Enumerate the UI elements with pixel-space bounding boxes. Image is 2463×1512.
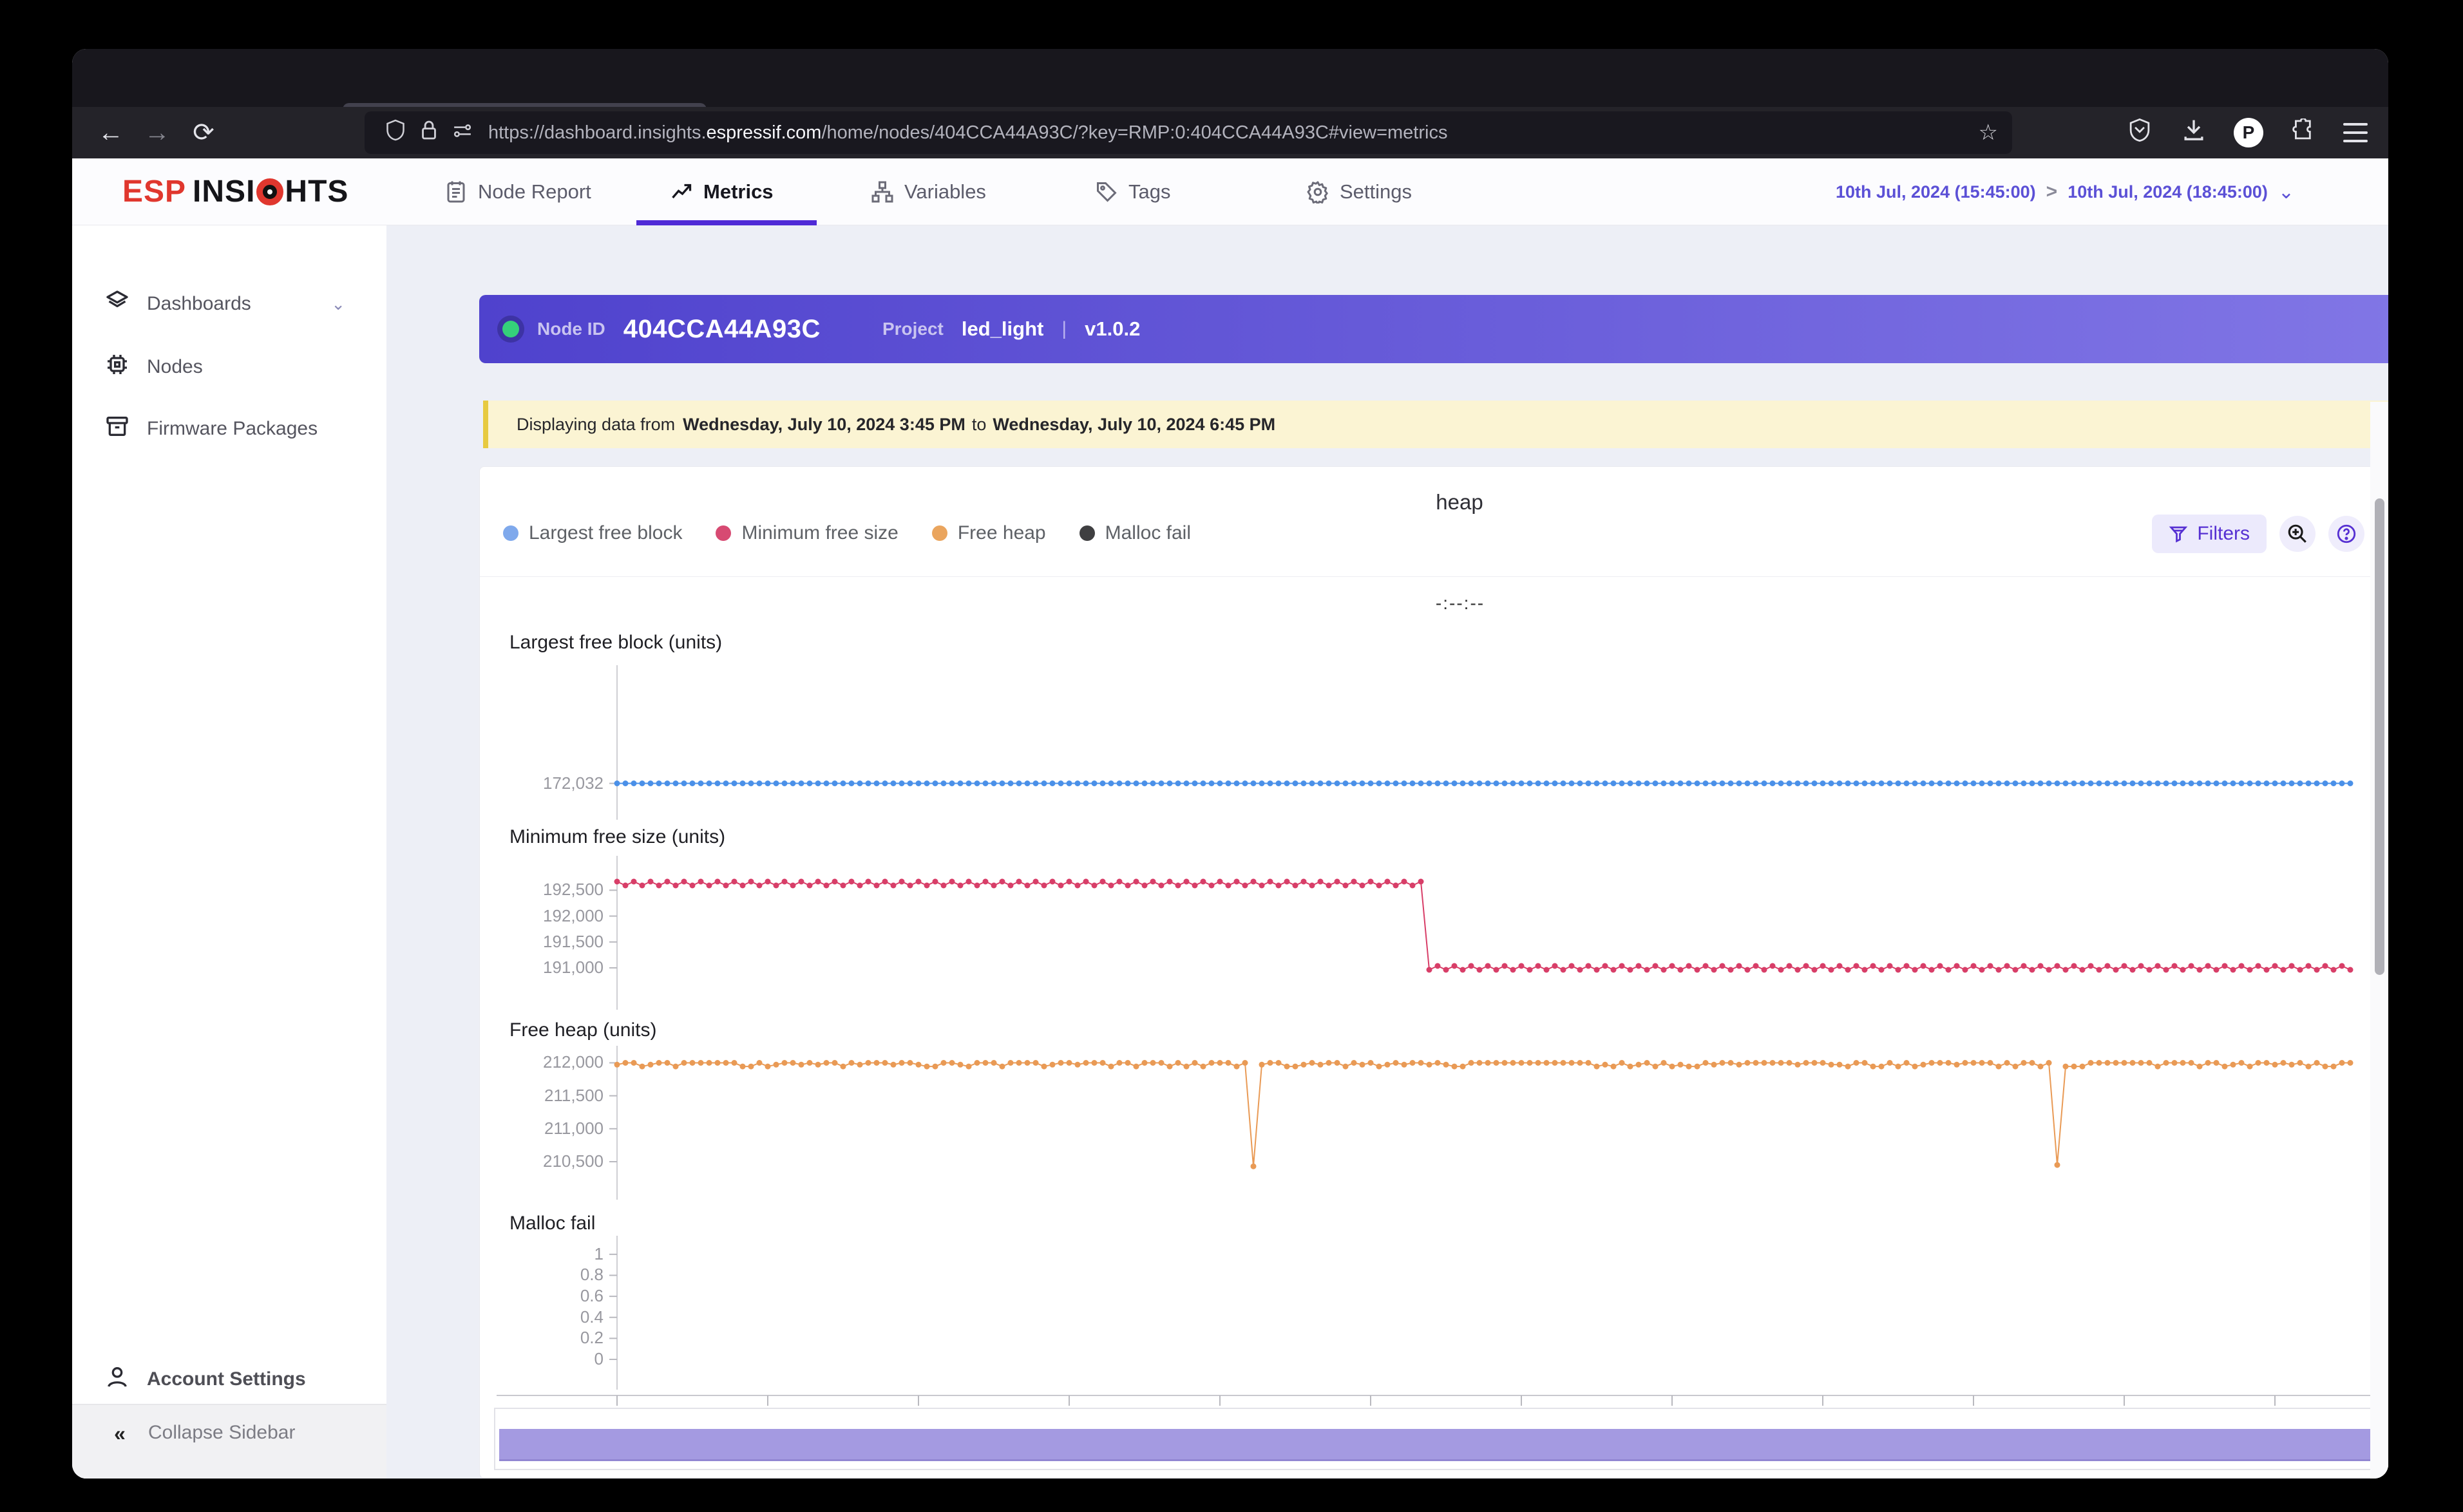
tag-icon <box>1097 182 1117 202</box>
y-tick-label: 0.8 <box>580 1265 604 1285</box>
firmware-version: v1.0.2 <box>1085 317 1141 340</box>
person-icon <box>103 1364 131 1395</box>
metrics-icon <box>672 184 692 199</box>
forward-button[interactable]: → <box>134 118 180 147</box>
chevron-down-icon: ⌄ <box>331 294 345 314</box>
url-bar[interactable]: https://dashboard.insights.espressif.com… <box>365 111 2012 154</box>
permissions-icon[interactable] <box>446 122 479 144</box>
report-icon <box>447 181 465 203</box>
y-tick-label: 172,032 <box>543 773 604 793</box>
metrics-card: heap Largest free block Minimum free siz… <box>479 466 2388 1479</box>
y-tick-label: 191,000 <box>543 957 604 977</box>
y-tick-label: 211,500 <box>544 1085 604 1105</box>
y-tick-label: 0.4 <box>580 1307 604 1327</box>
page-scrollbar-track[interactable] <box>2370 402 2388 1479</box>
date-range-info-banner: Displaying data from Wednesday, July 10,… <box>483 401 2388 448</box>
logo-target-icon <box>256 178 284 205</box>
tracking-protection-shield-icon[interactable] <box>379 119 412 146</box>
layers-icon <box>103 288 131 319</box>
esp-insights-logo[interactable]: ESP INSI HTS <box>122 174 348 209</box>
y-tick-label: 211,000 <box>544 1118 604 1138</box>
profile-avatar[interactable]: P <box>2234 118 2263 147</box>
url-text: https://dashboard.insights.espressif.com… <box>488 122 1448 143</box>
pocket-shield-icon[interactable] <box>2125 118 2154 147</box>
y-tick-label: 212,000 <box>543 1052 604 1072</box>
tab-node-report[interactable]: Node Report <box>444 158 591 225</box>
sidebar-item-dashboards[interactable]: Dashboards ⌄ <box>72 281 386 327</box>
browser-tab-bar: ESP Insights Dashboard ✕ + ⌄ <box>72 49 2388 151</box>
sidebar-item-account-settings[interactable]: Account Settings <box>72 1356 386 1403</box>
date-range-picker[interactable]: 10th Jul, 2024 (15:45:00) > 10th Jul, 20… <box>1836 158 2294 225</box>
time-brush-track[interactable] <box>494 1408 2388 1470</box>
y-tick-label: 192,000 <box>543 905 604 925</box>
variables-icon <box>871 181 893 203</box>
tab-metrics[interactable]: Metrics <box>670 158 774 225</box>
collapse-sidebar-button[interactable]: « Collapse Sidebar <box>72 1405 386 1479</box>
collapse-chevrons-icon: « <box>114 1422 126 1445</box>
back-button[interactable]: ← <box>88 118 134 147</box>
desktop: ESP Insights Dashboard ✕ + ⌄ ← → ⟳ ht <box>0 0 2463 1512</box>
browser-window: ESP Insights Dashboard ✕ + ⌄ ← → ⟳ ht <box>72 49 2388 1479</box>
node-id-label: Node ID <box>537 319 605 339</box>
date-from: 10th Jul, 2024 (15:45:00) <box>1835 182 2036 202</box>
tab-tags[interactable]: Tags <box>1095 158 1170 225</box>
y-tick-label: 192,500 <box>543 880 604 900</box>
metrics-charts[interactable] <box>480 467 2388 1478</box>
sidebar-item-nodes[interactable]: Nodes <box>72 344 386 390</box>
sidebar: Dashboards ⌄ Nodes Firmware Packages Acc… <box>72 225 386 1479</box>
chevron-down-icon: ⌄ <box>2278 181 2294 203</box>
app-header: ESP INSI HTS Node Report Metrics Variables… <box>72 158 2388 225</box>
y-tick-label: 210,500 <box>543 1151 604 1171</box>
menu-hamburger-icon[interactable] <box>2343 123 2368 142</box>
gear-icon <box>1307 181 1328 203</box>
info-from: Wednesday, July 10, 2024 3:45 PM <box>683 414 965 434</box>
bookmark-star-icon[interactable]: ☆ <box>1979 120 1998 146</box>
node-id-value: 404CCA44A93C <box>623 314 821 343</box>
y-tick-label: 191,500 <box>543 931 604 951</box>
project-label: Project <box>882 319 944 339</box>
project-name: led_light <box>961 317 1044 340</box>
info-to: Wednesday, July 10, 2024 6:45 PM <box>993 414 1276 434</box>
y-tick-label: 0 <box>594 1349 604 1368</box>
node-online-status-dot <box>502 321 519 337</box>
y-tick-label: 0.2 <box>580 1328 604 1348</box>
page-scrollbar-thumb[interactable] <box>2375 498 2384 975</box>
reload-button[interactable]: ⟳ <box>180 118 227 147</box>
main-content: Node ID 404CCA44A93C Project led_light |… <box>386 225 2388 1479</box>
range-arrow-icon: > <box>2046 181 2058 202</box>
downloads-icon[interactable] <box>2180 118 2208 147</box>
y-tick-label: 0.6 <box>580 1286 604 1306</box>
browser-toolbar: ← → ⟳ https://dashboard.insights.espress… <box>72 107 2388 158</box>
date-to: 10th Jul, 2024 (18:45:00) <box>2068 182 2268 202</box>
chip-icon <box>103 352 131 383</box>
time-brush-selection[interactable] <box>499 1429 2388 1461</box>
sidebar-item-firmware-packages[interactable]: Firmware Packages <box>72 406 386 452</box>
tab-settings[interactable]: Settings <box>1306 158 1412 225</box>
y-tick-label: 1 <box>594 1243 604 1263</box>
archive-box-icon <box>103 413 131 444</box>
node-banner: Node ID 404CCA44A93C Project led_light |… <box>479 295 2388 363</box>
active-tab-underline <box>636 220 817 225</box>
lock-icon[interactable] <box>412 120 446 146</box>
tab-variables[interactable]: Variables <box>871 158 986 225</box>
extensions-puzzle-icon[interactable] <box>2289 117 2317 147</box>
toolbar-icons: P <box>2125 107 2368 158</box>
